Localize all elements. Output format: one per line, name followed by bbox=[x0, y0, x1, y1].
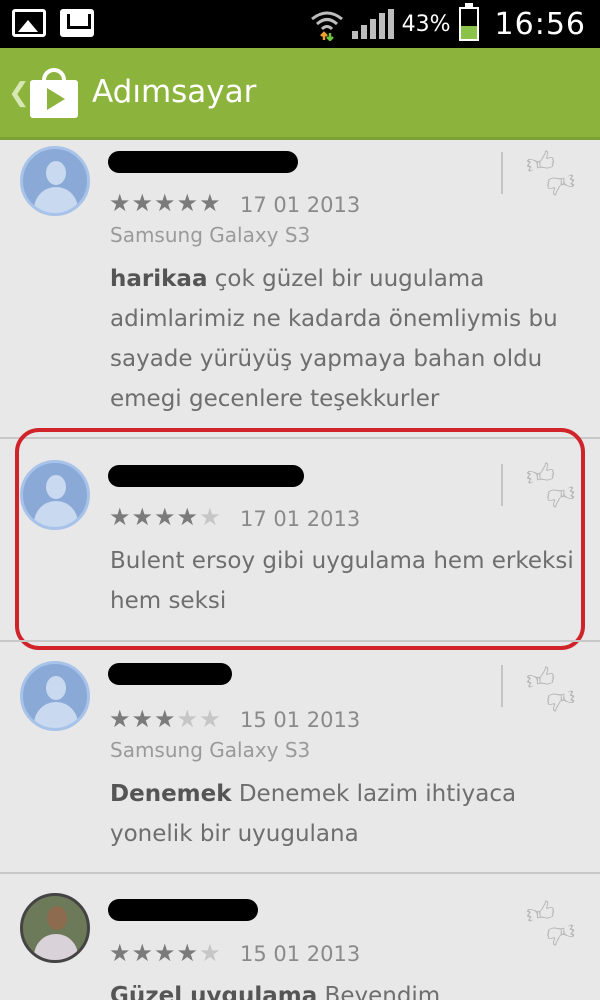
gallery-notification-icon bbox=[12, 9, 46, 37]
review-divider bbox=[0, 872, 600, 874]
star-rating: ★★★★★ bbox=[109, 939, 222, 967]
review-divider bbox=[0, 640, 600, 642]
signal-strength-icon bbox=[351, 9, 394, 39]
review-date: 15 01 2013 bbox=[240, 942, 361, 966]
review-text: Güzel uygulama Beyendim bbox=[110, 976, 590, 1000]
battery-icon bbox=[458, 3, 479, 41]
play-store-icon[interactable] bbox=[30, 68, 78, 118]
user-avatar-icon bbox=[20, 661, 90, 731]
user-avatar-icon bbox=[20, 146, 90, 216]
system-indicators: 43% 16:56 bbox=[310, 3, 586, 44]
review-title: harikaa bbox=[110, 266, 208, 292]
status-bar: 43% 16:56 bbox=[0, 0, 600, 48]
review-date: 17 01 2013 bbox=[240, 193, 361, 217]
redacted-username bbox=[108, 151, 298, 173]
review-date: 15 01 2013 bbox=[240, 708, 361, 732]
thumbs-up-down-icon[interactable]: 👍︎ 👍︎ bbox=[522, 660, 580, 718]
gmail-notification-icon bbox=[60, 9, 94, 37]
thumbs-up-down-icon[interactable]: 👍︎ 👍︎ bbox=[522, 144, 580, 202]
thumbs-up-down-icon[interactable]: 👍︎ 👍︎ bbox=[522, 894, 580, 952]
review-text: Denemek Denemek lazim ihtiyaca yonelik b… bbox=[110, 781, 517, 847]
highlight-annotation bbox=[15, 428, 585, 650]
star-rating: ★★★★★ bbox=[109, 189, 222, 217]
app-title: Adımsayar bbox=[92, 74, 257, 110]
star-rating: ★★★★★ bbox=[109, 705, 222, 733]
status-clock: 16:56 bbox=[494, 6, 586, 42]
user-avatar bbox=[20, 893, 90, 963]
back-chevron-icon[interactable]: ❮ bbox=[8, 78, 30, 108]
redacted-username bbox=[108, 899, 258, 921]
thumbs-divider bbox=[501, 665, 503, 707]
review-text: harikaa çok güzel bir uugulama adimlarim… bbox=[110, 266, 558, 412]
redacted-username bbox=[108, 663, 232, 685]
notification-icons bbox=[12, 9, 94, 37]
action-bar: ❮ Adımsayar bbox=[0, 48, 600, 140]
wifi-icon bbox=[310, 11, 343, 41]
review-device: Samsung Galaxy S3 bbox=[110, 223, 311, 247]
review-device: Samsung Galaxy S3 bbox=[110, 738, 311, 762]
review-title: Denemek bbox=[110, 781, 232, 807]
battery-percentage: 43% bbox=[401, 11, 451, 37]
thumbs-divider bbox=[501, 152, 503, 194]
review-title: Güzel uygulama bbox=[110, 983, 318, 1000]
